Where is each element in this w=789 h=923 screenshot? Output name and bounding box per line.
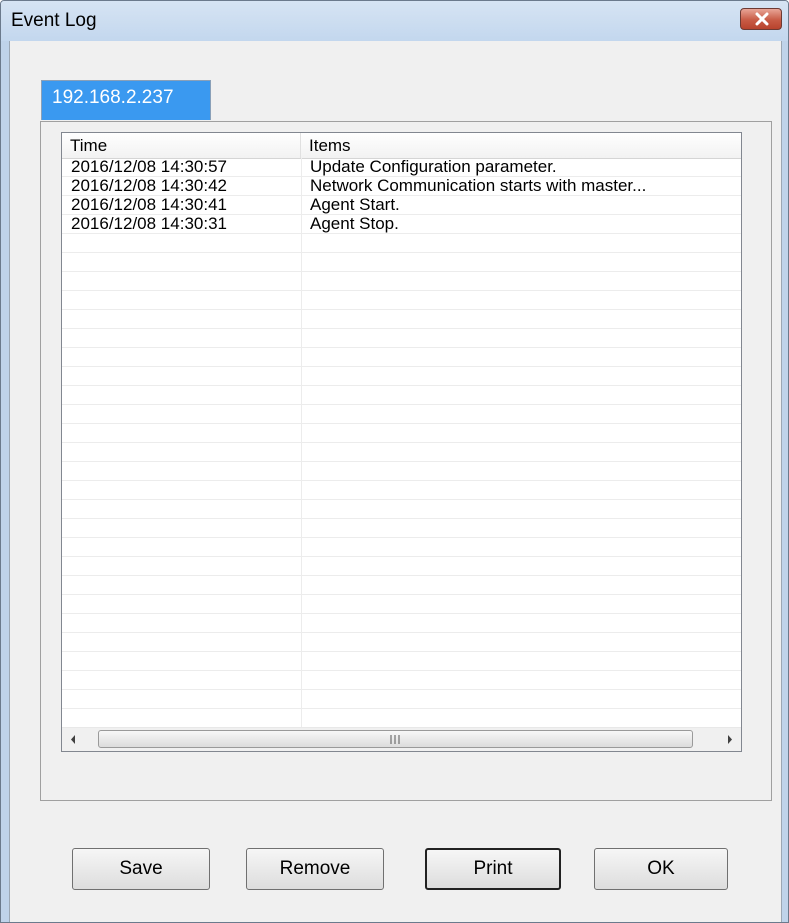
row-item: Agent Start.: [310, 195, 400, 214]
title-bar[interactable]: Event Log: [1, 1, 788, 41]
remove-button[interactable]: Remove: [246, 848, 384, 890]
table-row[interactable]: 2016/12/08 14:30:57 Update Configuration…: [62, 158, 741, 177]
column-header-items[interactable]: Items: [301, 133, 741, 158]
dialog-client-area: 192.168.2.237 Time Items 2016/12/08 14:3…: [9, 41, 782, 922]
empty-row: [62, 424, 741, 443]
empty-row: [62, 367, 741, 386]
empty-row: [62, 500, 741, 519]
empty-row: [62, 329, 741, 348]
empty-row: [62, 557, 741, 576]
empty-row: [62, 386, 741, 405]
close-button[interactable]: [740, 8, 782, 30]
grip-icon: [390, 735, 400, 744]
scroll-left-button[interactable]: [62, 728, 85, 751]
empty-row: [62, 291, 741, 310]
scroll-right-button[interactable]: [718, 728, 741, 751]
empty-row: [62, 671, 741, 690]
empty-row: [62, 690, 741, 709]
scrollbar-thumb[interactable]: [98, 730, 693, 748]
tab-host[interactable]: 192.168.2.237: [41, 80, 211, 120]
print-button[interactable]: Print: [425, 848, 561, 890]
row-item: Agent Stop.: [310, 214, 399, 233]
empty-row: [62, 595, 741, 614]
ok-button[interactable]: OK: [594, 848, 728, 890]
column-header-time[interactable]: Time: [62, 133, 301, 158]
horizontal-scrollbar[interactable]: [62, 727, 741, 751]
list-header: Time Items: [62, 133, 741, 159]
row-time: 2016/12/08 14:30:41: [71, 195, 227, 214]
event-log-window: Event Log 192.168.2.237 Time Items 2016/…: [0, 0, 789, 923]
row-time: 2016/12/08 14:30:57: [71, 158, 227, 176]
row-item: Update Configuration parameter.: [310, 158, 557, 176]
event-list[interactable]: Time Items 2016/12/08 14:30:57 Update Co…: [61, 132, 742, 752]
table-row[interactable]: 2016/12/08 14:30:42 Network Communicatio…: [62, 177, 741, 196]
empty-row: [62, 538, 741, 557]
empty-row: [62, 652, 741, 671]
table-row[interactable]: 2016/12/08 14:30:31 Agent Stop.: [62, 215, 741, 234]
empty-row: [62, 253, 741, 272]
row-item: Network Communication starts with master…: [310, 176, 647, 195]
empty-row: [62, 633, 741, 652]
tab-panel: Time Items 2016/12/08 14:30:57 Update Co…: [40, 121, 772, 801]
list-rows: 2016/12/08 14:30:57 Update Configuration…: [62, 158, 741, 728]
close-icon: [755, 12, 769, 26]
empty-row: [62, 481, 741, 500]
empty-row: [62, 272, 741, 291]
empty-row: [62, 462, 741, 481]
empty-row: [62, 348, 741, 367]
row-time: 2016/12/08 14:30:42: [71, 176, 227, 195]
empty-row: [62, 234, 741, 253]
empty-row: [62, 443, 741, 462]
arrow-left-icon: [71, 735, 75, 744]
empty-row: [62, 405, 741, 424]
table-row[interactable]: 2016/12/08 14:30:41 Agent Start.: [62, 196, 741, 215]
empty-row: [62, 709, 741, 728]
arrow-right-icon: [728, 735, 732, 744]
window-title: Event Log: [11, 10, 97, 31]
tab-label: 192.168.2.237: [52, 87, 174, 108]
empty-row: [62, 576, 741, 595]
row-time: 2016/12/08 14:30:31: [71, 214, 227, 233]
empty-row: [62, 614, 741, 633]
save-button[interactable]: Save: [72, 848, 210, 890]
empty-row: [62, 310, 741, 329]
empty-row: [62, 519, 741, 538]
